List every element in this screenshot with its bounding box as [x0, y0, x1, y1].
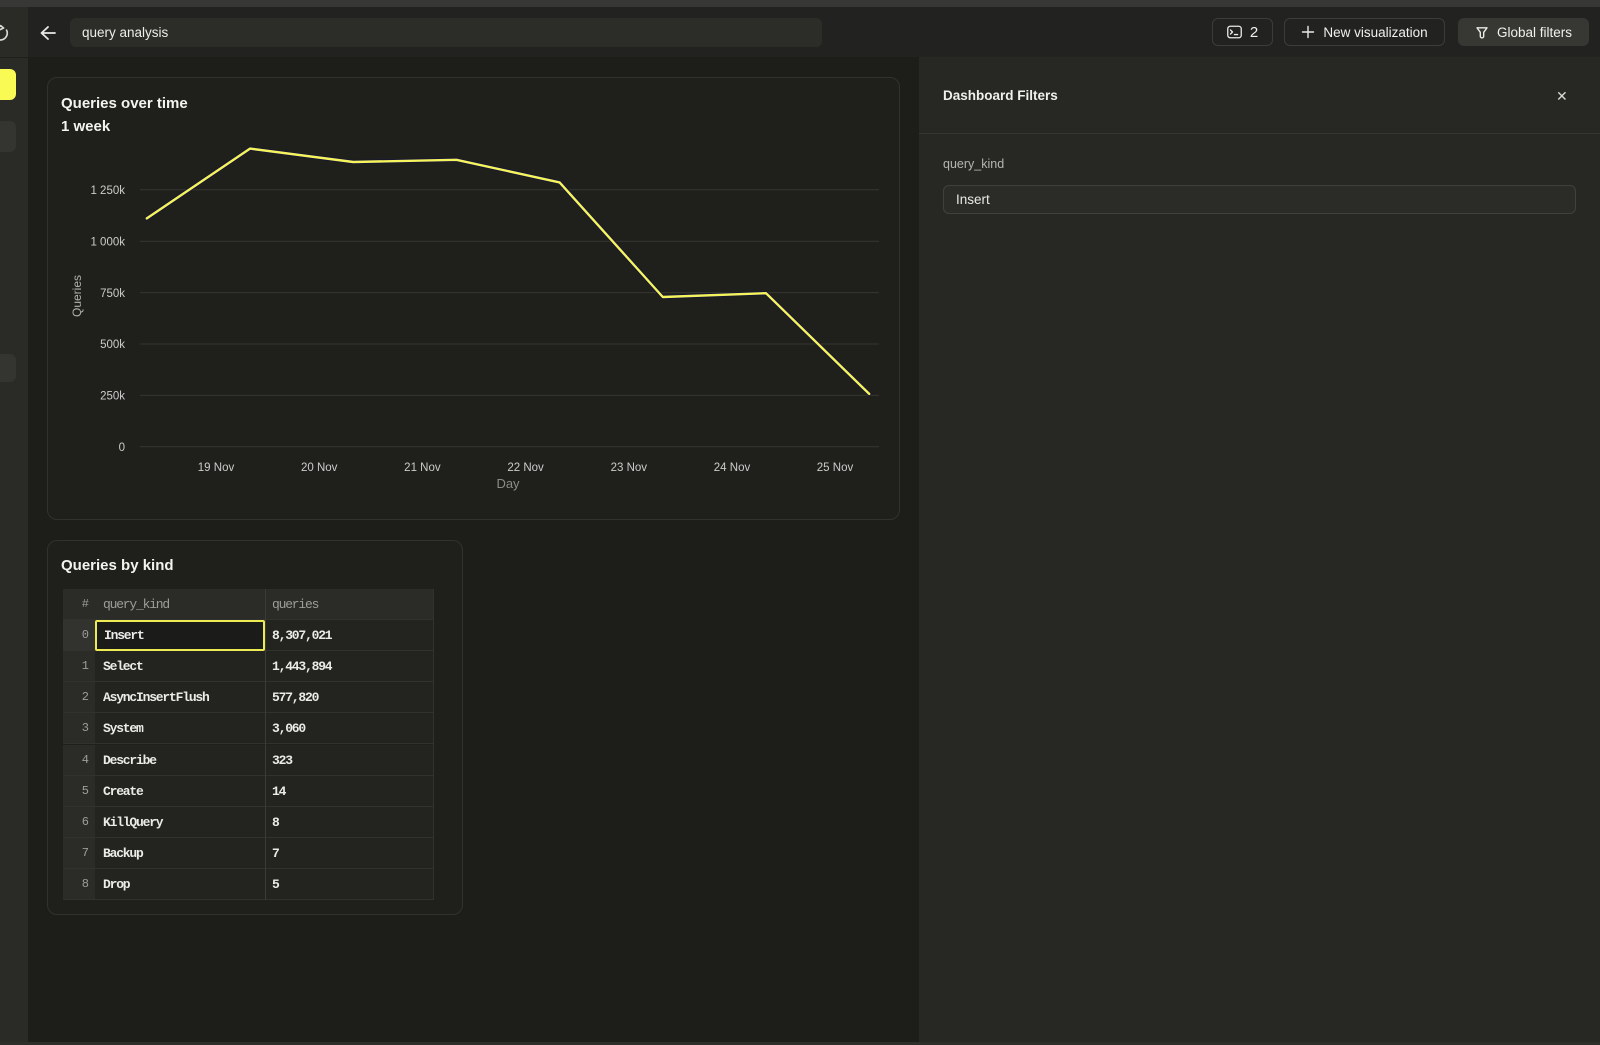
- svg-text:23 Nov: 23 Nov: [611, 462, 648, 474]
- svg-text:19 Nov: 19 Nov: [198, 462, 235, 474]
- svg-text:250k: 250k: [100, 391, 125, 403]
- svg-text:500k: 500k: [100, 339, 125, 351]
- svg-text:1 250k: 1 250k: [90, 185, 125, 197]
- svg-text:750k: 750k: [100, 288, 125, 300]
- svg-text:20 Nov: 20 Nov: [301, 462, 338, 474]
- svg-text:1 000k: 1 000k: [90, 236, 125, 248]
- svg-text:22 Nov: 22 Nov: [507, 462, 544, 474]
- svg-text:Queries: Queries: [70, 275, 84, 317]
- svg-text:24 Nov: 24 Nov: [714, 462, 751, 474]
- svg-text:25 Nov: 25 Nov: [817, 462, 854, 474]
- svg-text:0: 0: [119, 442, 125, 454]
- svg-text:Day: Day: [496, 476, 520, 491]
- svg-text:21 Nov: 21 Nov: [404, 462, 441, 474]
